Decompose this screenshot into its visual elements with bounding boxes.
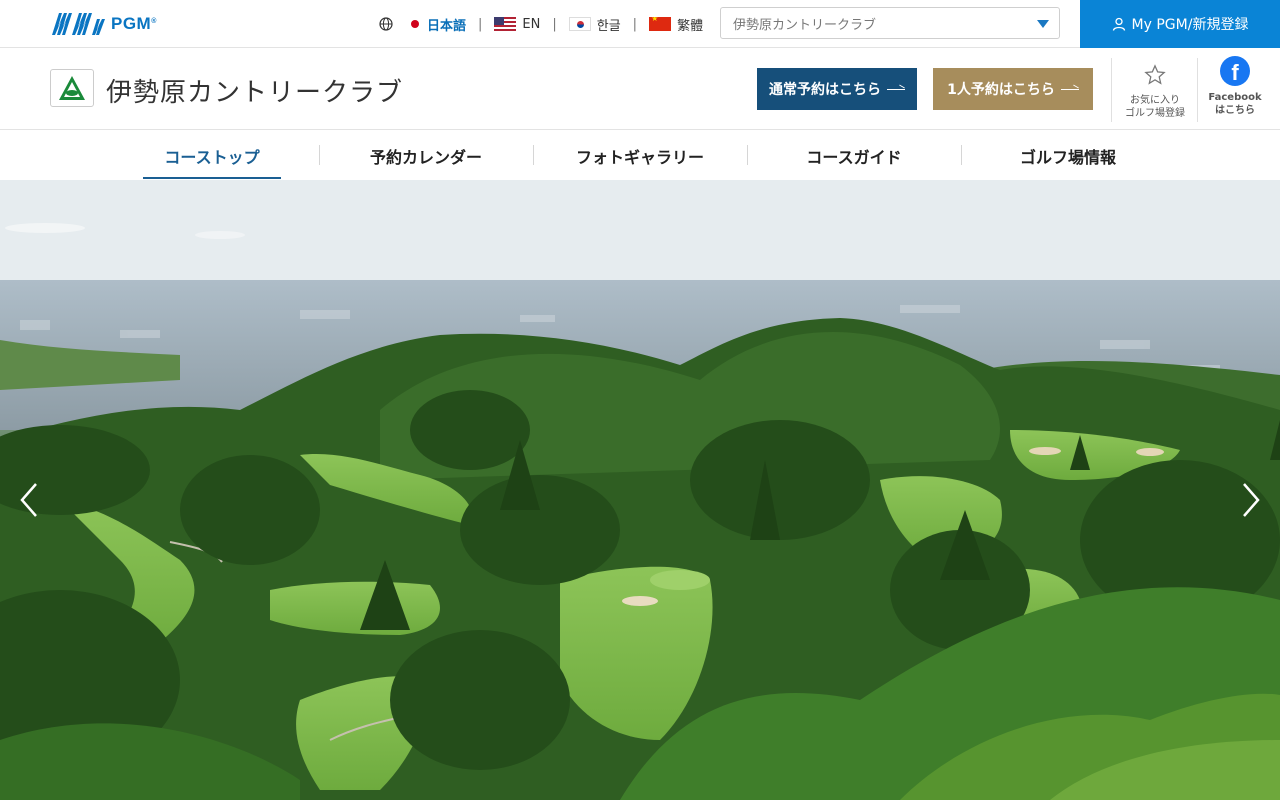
top-bar: PGM® 日本語 | EN | 한글 | 繁體 伊勢原カントリークラブ xyxy=(0,0,1280,48)
nav-course-guide-label: コースガイド xyxy=(806,147,902,167)
facebook-link[interactable]: f Facebook はこちら xyxy=(1203,56,1267,122)
lang-separator: | xyxy=(632,16,638,32)
hero-slideshow xyxy=(0,180,1280,800)
single-reservation-button[interactable]: 1人予約はこちら xyxy=(933,68,1093,110)
lang-separator: | xyxy=(478,16,483,32)
course-nav: コーストップ 予約カレンダー フォトギャラリー コースガイド ゴルフ場情報 xyxy=(0,131,1280,180)
language-switcher: 日本語 | EN | 한글 | 繁體 xyxy=(379,0,703,48)
course-header: 伊勢原カントリークラブ 通常予約はこちら 1人予約はこちら お気に入り ゴルフ場… xyxy=(0,48,1280,130)
nav-reservation-calendar[interactable]: 予約カレンダー xyxy=(319,131,533,180)
lang-korean-label: 한글 xyxy=(596,18,621,34)
nav-photo-gallery[interactable]: フォトギャラリー xyxy=(533,131,747,180)
header-divider xyxy=(1197,58,1198,122)
lang-korean[interactable]: 한글 xyxy=(568,15,621,34)
favorite-course-button[interactable]: お気に入り ゴルフ場登録 xyxy=(1117,58,1193,122)
nav-course-top[interactable]: コーストップ xyxy=(105,131,319,180)
my-pgm-label: My PGM/新規登録 xyxy=(1131,17,1249,33)
chevron-left-icon xyxy=(20,483,37,517)
nav-golf-course-info[interactable]: ゴルフ場情報 xyxy=(961,131,1175,180)
chevron-right-icon xyxy=(1243,483,1260,517)
facebook-label-line1: Facebook xyxy=(1208,92,1262,103)
course-emblem-icon xyxy=(59,76,85,100)
lang-english[interactable]: EN xyxy=(494,17,540,32)
arrow-right-icon xyxy=(1060,85,1079,93)
slide-prev-button[interactable] xyxy=(14,480,44,520)
korea-flag-icon xyxy=(568,17,591,31)
favorite-label-line2: ゴルフ場登録 xyxy=(1125,108,1185,119)
course-logo xyxy=(50,69,94,107)
pgm-logo-text: PGM® xyxy=(111,14,157,33)
favorite-label: お気に入り ゴルフ場登録 xyxy=(1117,94,1193,120)
nav-course-guide[interactable]: コースガイド xyxy=(747,131,961,180)
china-flag-icon xyxy=(649,17,672,31)
pgm-logo[interactable]: PGM® xyxy=(50,9,157,39)
course-select[interactable]: 伊勢原カントリークラブ xyxy=(720,7,1060,39)
nav-reservation-calendar-label: 予約カレンダー xyxy=(369,147,482,167)
nav-photo-gallery-label: フォトギャラリー xyxy=(575,147,704,167)
lang-traditional-chinese[interactable]: 繁體 xyxy=(649,15,703,34)
arrow-right-icon xyxy=(887,85,905,93)
golf-course-landscape-image xyxy=(0,180,1280,800)
star-icon xyxy=(1144,64,1166,85)
facebook-label-line2: はこちら xyxy=(1215,105,1255,116)
lang-japanese-label: 日本語 xyxy=(427,18,467,34)
normal-reservation-button[interactable]: 通常予約はこちら xyxy=(757,68,917,110)
user-icon xyxy=(1112,17,1125,31)
chevron-down-icon xyxy=(1037,20,1049,28)
nav-course-top-label: コーストップ xyxy=(164,147,260,167)
globe-icon xyxy=(379,17,393,31)
course-title: 伊勢原カントリークラブ xyxy=(106,78,404,108)
facebook-label: Facebook はこちら xyxy=(1203,91,1267,117)
lang-separator: | xyxy=(552,16,557,32)
japan-flag-icon xyxy=(411,20,419,28)
header-divider xyxy=(1111,58,1112,122)
my-pgm-button[interactable]: My PGM/新規登録 xyxy=(1080,0,1280,48)
facebook-icon: f xyxy=(1220,56,1250,86)
us-flag-icon xyxy=(494,17,517,31)
single-reservation-label: 1人予約はこちら xyxy=(947,82,1055,98)
lang-japanese[interactable]: 日本語 xyxy=(411,15,466,34)
slide-next-button[interactable] xyxy=(1236,480,1266,520)
pgm-logo-mark xyxy=(52,13,105,35)
lang-chinese-label: 繁體 xyxy=(677,18,704,34)
normal-reservation-label: 通常予約はこちら xyxy=(769,82,881,98)
lang-english-label: EN xyxy=(522,16,541,32)
course-select-value: 伊勢原カントリークラブ xyxy=(733,17,877,33)
nav-golf-course-info-label: ゴルフ場情報 xyxy=(1019,147,1116,167)
favorite-label-line1: お気に入り xyxy=(1130,95,1180,106)
